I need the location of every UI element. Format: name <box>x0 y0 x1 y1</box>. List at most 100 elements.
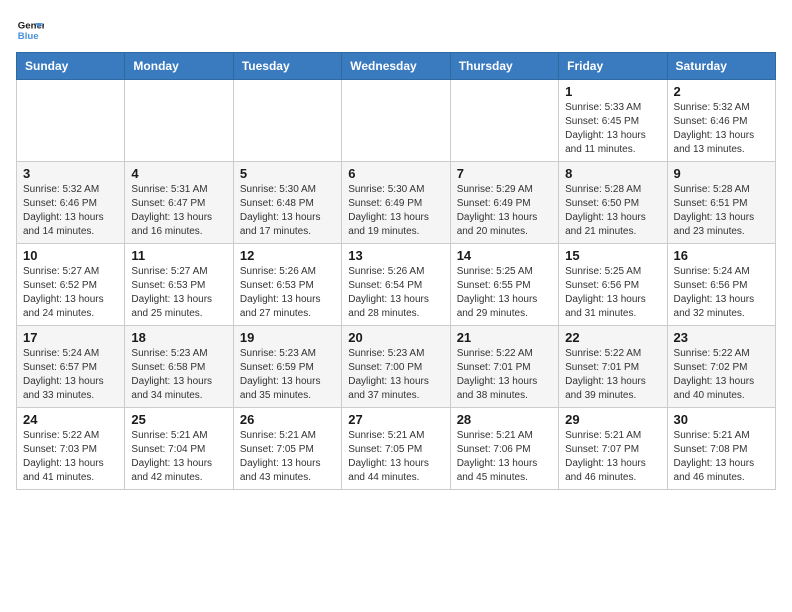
day-number: 22 <box>565 330 660 345</box>
calendar-cell: 14Sunrise: 5:25 AM Sunset: 6:55 PM Dayli… <box>450 244 558 326</box>
day-detail: Sunrise: 5:30 AM Sunset: 6:48 PM Dayligh… <box>240 183 335 239</box>
calendar-cell: 27Sunrise: 5:21 AM Sunset: 7:05 PM Dayli… <box>342 408 450 490</box>
calendar-cell: 17Sunrise: 5:24 AM Sunset: 6:57 PM Dayli… <box>17 326 125 408</box>
day-number: 25 <box>131 412 226 427</box>
calendar-cell <box>342 80 450 162</box>
day-number: 18 <box>131 330 226 345</box>
day-number: 9 <box>674 166 769 181</box>
day-detail: Sunrise: 5:21 AM Sunset: 7:08 PM Dayligh… <box>674 429 769 485</box>
calendar-cell: 26 Sunrise: 5:21 AM Sunset: 7:05 PM Dayli… <box>233 408 341 490</box>
day-number: 17 <box>23 330 118 345</box>
calendar-week-row: 3 Sunrise: 5:32 AM Sunset: 6:46 PM Daylig… <box>17 162 776 244</box>
calendar-cell: 11Sunrise: 5:27 AM Sunset: 6:53 PM Dayli… <box>125 244 233 326</box>
calendar-week-row: 1 Sunrise: 5:33 AM Sunset: 6:45 PM Daylig… <box>17 80 776 162</box>
day-number: 4 <box>131 166 226 181</box>
day-number: 8 <box>565 166 660 181</box>
header-sunday: Sunday <box>17 53 125 80</box>
calendar-cell: 4Sunrise: 5:31 AM Sunset: 6:47 PM Daylig… <box>125 162 233 244</box>
day-detail: Sunrise: 5:32 AM Sunset: 6:46 PM Dayligh… <box>23 183 118 239</box>
calendar-cell: 7 Sunrise: 5:29 AM Sunset: 6:49 PM Daylig… <box>450 162 558 244</box>
day-number: 15 <box>565 248 660 263</box>
day-number: 1 <box>565 84 660 99</box>
calendar-cell: 30 Sunrise: 5:21 AM Sunset: 7:08 PM Dayli… <box>667 408 775 490</box>
day-detail: Sunrise: 5:21 AM Sunset: 7:07 PM Dayligh… <box>565 429 660 485</box>
header-wednesday: Wednesday <box>342 53 450 80</box>
logo-icon: General Blue <box>16 16 44 44</box>
calendar-cell: 5 Sunrise: 5:30 AM Sunset: 6:48 PM Daylig… <box>233 162 341 244</box>
day-number: 30 <box>674 412 769 427</box>
svg-text:Blue: Blue <box>18 31 39 42</box>
calendar-cell: 13 Sunrise: 5:26 AM Sunset: 6:54 PM Dayli… <box>342 244 450 326</box>
logo: General Blue <box>16 16 48 44</box>
calendar-cell <box>17 80 125 162</box>
calendar-week-row: 10 Sunrise: 5:27 AM Sunset: 6:52 PM Dayli… <box>17 244 776 326</box>
calendar-cell: 24 Sunrise: 5:22 AM Sunset: 7:03 PM Dayli… <box>17 408 125 490</box>
calendar-cell: 12 Sunrise: 5:26 AM Sunset: 6:53 PM Dayli… <box>233 244 341 326</box>
header-thursday: Thursday <box>450 53 558 80</box>
day-number: 7 <box>457 166 552 181</box>
day-detail: Sunrise: 5:23 AM Sunset: 7:00 PM Dayligh… <box>348 347 443 403</box>
calendar-cell: 15Sunrise: 5:25 AM Sunset: 6:56 PM Dayli… <box>559 244 667 326</box>
calendar-cell: 18 Sunrise: 5:23 AM Sunset: 6:58 PM Dayli… <box>125 326 233 408</box>
day-detail: Sunrise: 5:22 AM Sunset: 7:03 PM Dayligh… <box>23 429 118 485</box>
calendar-cell: 8 Sunrise: 5:28 AM Sunset: 6:50 PM Daylig… <box>559 162 667 244</box>
day-detail: Sunrise: 5:30 AM Sunset: 6:49 PM Dayligh… <box>348 183 443 239</box>
day-detail: Sunrise: 5:27 AM Sunset: 6:52 PM Dayligh… <box>23 265 118 321</box>
day-detail: Sunrise: 5:24 AM Sunset: 6:56 PM Dayligh… <box>674 265 769 321</box>
day-number: 27 <box>348 412 443 427</box>
page-header: General Blue <box>16 16 776 44</box>
day-number: 10 <box>23 248 118 263</box>
day-detail: Sunrise: 5:22 AM Sunset: 7:01 PM Dayligh… <box>565 347 660 403</box>
calendar-cell <box>125 80 233 162</box>
day-number: 24 <box>23 412 118 427</box>
day-detail: Sunrise: 5:21 AM Sunset: 7:04 PM Dayligh… <box>131 429 226 485</box>
day-detail: Sunrise: 5:26 AM Sunset: 6:53 PM Dayligh… <box>240 265 335 321</box>
calendar-cell: 19 Sunrise: 5:23 AM Sunset: 6:59 PM Dayli… <box>233 326 341 408</box>
calendar-cell: 16 Sunrise: 5:24 AM Sunset: 6:56 PM Dayli… <box>667 244 775 326</box>
day-detail: Sunrise: 5:29 AM Sunset: 6:49 PM Dayligh… <box>457 183 552 239</box>
day-number: 12 <box>240 248 335 263</box>
calendar-cell: 28 Sunrise: 5:21 AM Sunset: 7:06 PM Dayli… <box>450 408 558 490</box>
calendar-week-row: 24 Sunrise: 5:22 AM Sunset: 7:03 PM Dayli… <box>17 408 776 490</box>
day-number: 16 <box>674 248 769 263</box>
day-detail: Sunrise: 5:28 AM Sunset: 6:50 PM Dayligh… <box>565 183 660 239</box>
day-detail: Sunrise: 5:21 AM Sunset: 7:05 PM Dayligh… <box>240 429 335 485</box>
day-number: 6 <box>348 166 443 181</box>
day-detail: Sunrise: 5:23 AM Sunset: 6:58 PM Dayligh… <box>131 347 226 403</box>
day-detail: Sunrise: 5:26 AM Sunset: 6:54 PM Dayligh… <box>348 265 443 321</box>
day-detail: Sunrise: 5:28 AM Sunset: 6:51 PM Dayligh… <box>674 183 769 239</box>
day-number: 2 <box>674 84 769 99</box>
calendar-cell: 3 Sunrise: 5:32 AM Sunset: 6:46 PM Daylig… <box>17 162 125 244</box>
day-number: 29 <box>565 412 660 427</box>
day-detail: Sunrise: 5:27 AM Sunset: 6:53 PM Dayligh… <box>131 265 226 321</box>
header-monday: Monday <box>125 53 233 80</box>
day-number: 20 <box>348 330 443 345</box>
day-number: 28 <box>457 412 552 427</box>
calendar-week-row: 17Sunrise: 5:24 AM Sunset: 6:57 PM Dayli… <box>17 326 776 408</box>
calendar-cell: 29 Sunrise: 5:21 AM Sunset: 7:07 PM Dayli… <box>559 408 667 490</box>
calendar-table: SundayMondayTuesdayWednesdayThursdayFrid… <box>16 52 776 490</box>
day-number: 19 <box>240 330 335 345</box>
header-saturday: Saturday <box>667 53 775 80</box>
day-detail: Sunrise: 5:23 AM Sunset: 6:59 PM Dayligh… <box>240 347 335 403</box>
calendar-cell <box>233 80 341 162</box>
calendar-cell: 20 Sunrise: 5:23 AM Sunset: 7:00 PM Dayli… <box>342 326 450 408</box>
day-number: 13 <box>348 248 443 263</box>
day-detail: Sunrise: 5:22 AM Sunset: 7:02 PM Dayligh… <box>674 347 769 403</box>
day-detail: Sunrise: 5:25 AM Sunset: 6:55 PM Dayligh… <box>457 265 552 321</box>
day-detail: Sunrise: 5:33 AM Sunset: 6:45 PM Dayligh… <box>565 101 660 157</box>
day-number: 5 <box>240 166 335 181</box>
day-number: 3 <box>23 166 118 181</box>
calendar-cell: 21Sunrise: 5:22 AM Sunset: 7:01 PM Dayli… <box>450 326 558 408</box>
header-tuesday: Tuesday <box>233 53 341 80</box>
calendar-cell <box>450 80 558 162</box>
calendar-header-row: SundayMondayTuesdayWednesdayThursdayFrid… <box>17 53 776 80</box>
calendar-cell: 23 Sunrise: 5:22 AM Sunset: 7:02 PM Dayli… <box>667 326 775 408</box>
calendar-cell: 9 Sunrise: 5:28 AM Sunset: 6:51 PM Daylig… <box>667 162 775 244</box>
calendar-cell: 6 Sunrise: 5:30 AM Sunset: 6:49 PM Daylig… <box>342 162 450 244</box>
day-number: 26 <box>240 412 335 427</box>
calendar-cell: 1 Sunrise: 5:33 AM Sunset: 6:45 PM Daylig… <box>559 80 667 162</box>
day-number: 23 <box>674 330 769 345</box>
calendar-cell: 10 Sunrise: 5:27 AM Sunset: 6:52 PM Dayli… <box>17 244 125 326</box>
day-detail: Sunrise: 5:21 AM Sunset: 7:06 PM Dayligh… <box>457 429 552 485</box>
